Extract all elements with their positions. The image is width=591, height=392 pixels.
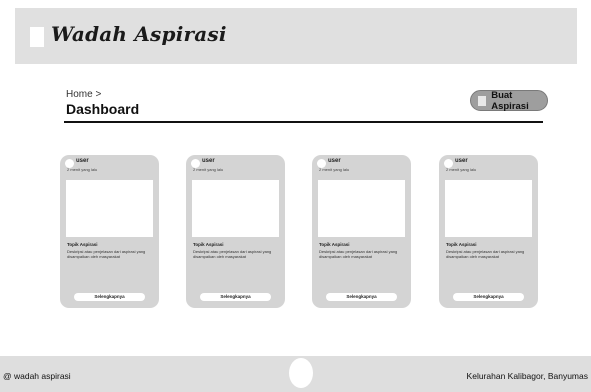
card-image [445, 180, 532, 237]
app-header: Wadah Aspirasi [15, 8, 577, 64]
card-user: user [76, 158, 89, 164]
card-topic: Topik Aspirasi [67, 242, 98, 247]
breadcrumb[interactable]: Home > [66, 89, 101, 100]
read-more-button[interactable]: Selengkapnya [200, 293, 271, 301]
read-more-button[interactable]: Selengkapnya [326, 293, 397, 301]
read-more-button[interactable]: Selengkapnya [453, 293, 524, 301]
card-topic: Topik Aspirasi [446, 242, 477, 247]
footer-location: Kelurahan Kalibagor, Banyumas [466, 371, 588, 381]
brand-title[interactable]: Wadah Aspirasi [51, 22, 227, 46]
logo-icon[interactable] [30, 27, 44, 47]
card-time: 2 menit yang lalu [446, 167, 477, 172]
title-divider [64, 121, 543, 123]
card-user: user [328, 158, 341, 164]
card-description: Deskripsi atau penjelasan dari aspirasi … [67, 249, 146, 259]
add-icon [478, 95, 487, 106]
page-title: Dashboard [66, 101, 140, 117]
card-description: Deskripsi atau penjelasan dari aspirasi … [193, 249, 272, 259]
create-aspiration-label: Buat Aspirasi [491, 89, 529, 112]
card-image [318, 180, 405, 237]
footer-logo-icon [289, 358, 313, 388]
card-user: user [202, 158, 215, 164]
aspiration-card[interactable]: user 2 menit yang lalu Topik Aspirasi De… [186, 155, 285, 308]
aspiration-card[interactable]: user 2 menit yang lalu Topik Aspirasi De… [60, 155, 159, 308]
aspiration-card[interactable]: user 2 menit yang lalu Topik Aspirasi De… [312, 155, 411, 308]
footer-copyright: @ wadah aspirasi [3, 371, 71, 381]
card-description: Deskripsi atau penjelasan dari aspirasi … [446, 249, 525, 259]
card-user: user [455, 158, 468, 164]
card-time: 2 menit yang lalu [319, 167, 350, 172]
card-time: 2 menit yang lalu [67, 167, 98, 172]
card-image [192, 180, 279, 237]
read-more-button[interactable]: Selengkapnya [74, 293, 145, 301]
card-topic: Topik Aspirasi [193, 242, 224, 247]
card-topic: Topik Aspirasi [319, 242, 350, 247]
card-time: 2 menit yang lalu [193, 167, 224, 172]
aspiration-card[interactable]: user 2 menit yang lalu Topik Aspirasi De… [439, 155, 538, 308]
create-aspiration-button[interactable]: Buat Aspirasi [470, 89, 548, 112]
card-image [66, 180, 153, 237]
card-description: Deskripsi atau penjelasan dari aspirasi … [319, 249, 398, 259]
